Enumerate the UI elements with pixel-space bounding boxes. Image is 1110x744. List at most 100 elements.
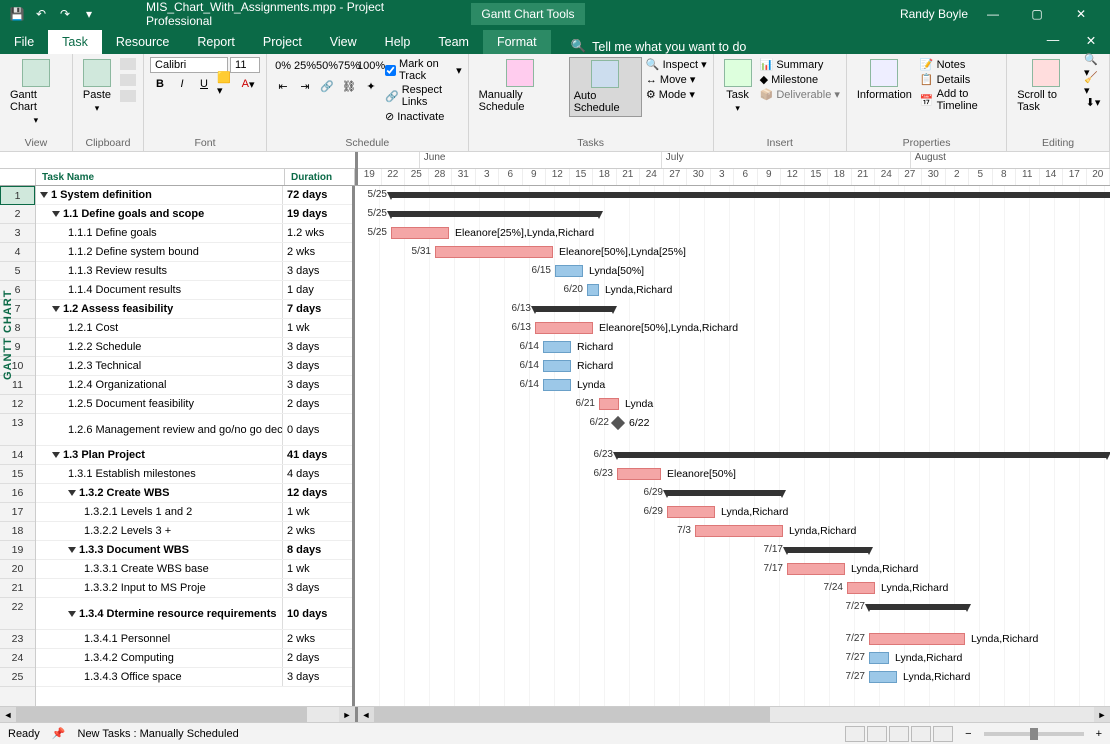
task-row[interactable]: 1.3.1 Establish milestones4 days — [36, 465, 352, 484]
task-row[interactable]: 1.2.1 Cost1 wk — [36, 319, 352, 338]
milestone-marker[interactable] — [611, 416, 625, 430]
task-duration[interactable]: 12 days — [282, 484, 352, 502]
task-bar[interactable] — [599, 398, 619, 410]
move-button[interactable]: ↔ Move ▾ — [646, 72, 707, 87]
view-switcher[interactable] — [845, 726, 953, 742]
row-number[interactable]: 14 — [0, 446, 35, 465]
task-duration[interactable]: 1 day — [282, 281, 352, 299]
italic-button[interactable]: I — [172, 75, 192, 93]
copy-icon[interactable] — [120, 74, 136, 86]
inspect-button[interactable]: 🔍 Inspect ▾ — [646, 57, 707, 72]
row-number[interactable]: 3 — [0, 224, 35, 243]
fill-icon[interactable]: ⬇▾ — [1083, 93, 1103, 111]
task-name-column[interactable]: 1 System definition72 days1.1 Define goa… — [36, 186, 355, 738]
task-row[interactable]: 1.2.4 Organizational3 days — [36, 376, 352, 395]
clear-icon[interactable]: 🧹▾ — [1083, 75, 1103, 93]
task-duration[interactable]: 19 days — [282, 205, 352, 223]
tab-help[interactable]: Help — [371, 30, 425, 54]
row-number[interactable]: 25 — [0, 668, 35, 687]
task-row[interactable]: 1.2.3 Technical3 days — [36, 357, 352, 376]
tell-me-search[interactable]: 🔍 Tell me what you want to do — [571, 39, 747, 54]
task-row[interactable]: 1.3.2.2 Levels 3 +2 wks — [36, 522, 352, 541]
manually-schedule-button[interactable]: Manually Schedule — [475, 57, 565, 115]
information-button[interactable]: Information — [853, 57, 916, 103]
task-row[interactable]: 1.2 Assess feasibility7 days — [36, 300, 352, 319]
qat-more-icon[interactable]: ▾ — [80, 5, 98, 23]
unlink-icon[interactable]: ⛓ — [339, 77, 359, 95]
task-row[interactable]: 1.3.4.2 Computing2 days — [36, 649, 352, 668]
pct-25[interactable]: 25% — [295, 57, 315, 75]
tab-file[interactable]: File — [0, 30, 48, 54]
task-duration[interactable]: 3 days — [282, 357, 352, 375]
task-duration[interactable]: 0 days — [282, 414, 352, 445]
save-icon[interactable]: 💾 — [8, 5, 26, 23]
row-number[interactable]: 17 — [0, 503, 35, 522]
task-row[interactable]: 1.3.3 Document WBS8 days — [36, 541, 352, 560]
summary-bar[interactable] — [391, 192, 1110, 198]
mode-button[interactable]: ⚙ Mode ▾ — [646, 87, 707, 102]
horizontal-scrollbar[interactable]: ◄ ► ◄ ► — [0, 706, 1110, 722]
summary-bar[interactable] — [535, 306, 613, 312]
row-number[interactable]: 4 — [0, 243, 35, 262]
task-duration[interactable]: 10 days — [282, 598, 352, 629]
ribbon-close-icon[interactable]: ✕ — [1072, 26, 1110, 54]
view-btn-4[interactable] — [911, 726, 931, 742]
task-duration[interactable]: 3 days — [282, 376, 352, 394]
bold-button[interactable]: B — [150, 75, 170, 93]
respect-links-button[interactable]: 🔗 Respect Links — [385, 83, 462, 109]
scroll-left-icon[interactable]: ◄ — [358, 707, 374, 722]
scroll-right-icon[interactable]: ► — [339, 707, 355, 722]
font-color-button[interactable]: A▾ — [238, 75, 258, 93]
row-number[interactable]: 24 — [0, 649, 35, 668]
task-row[interactable]: 1 System definition72 days — [36, 186, 352, 205]
tab-format[interactable]: Format — [483, 30, 551, 54]
task-row[interactable]: 1.1 Define goals and scope19 days — [36, 205, 352, 224]
task-duration[interactable]: 72 days — [282, 186, 352, 204]
link-icon[interactable]: 🔗 — [317, 77, 337, 95]
outline-collapse-icon[interactable] — [52, 306, 60, 312]
task-row[interactable]: 1.3.2 Create WBS12 days — [36, 484, 352, 503]
summary-bar[interactable] — [617, 452, 1107, 458]
summary-bar[interactable] — [667, 490, 782, 496]
task-bar[interactable] — [391, 227, 449, 239]
task-row[interactable]: 1.1.4 Document results1 day — [36, 281, 352, 300]
summary-button[interactable]: 📊 Summary — [760, 57, 840, 72]
view-btn-1[interactable] — [845, 726, 865, 742]
task-duration[interactable]: 1 wk — [282, 503, 352, 521]
task-bar[interactable] — [543, 360, 571, 372]
row-number[interactable]: 19 — [0, 541, 35, 560]
row-number[interactable]: 1 — [0, 186, 35, 205]
row-number[interactable]: 13 — [0, 414, 35, 446]
outdent-icon[interactable]: ⇤ — [273, 77, 293, 95]
task-duration[interactable]: 3 days — [282, 579, 352, 597]
outline-collapse-icon[interactable] — [52, 452, 60, 458]
task-bar[interactable] — [847, 582, 875, 594]
zoom-out-icon[interactable]: − — [965, 728, 971, 740]
cut-icon[interactable] — [120, 58, 136, 70]
task-row[interactable]: 1.2.6 Management review and go/no go dec… — [36, 414, 352, 446]
tab-task[interactable]: Task — [48, 30, 102, 54]
underline-button[interactable]: U — [194, 75, 214, 93]
add-timeline-button[interactable]: 📅 Add to Timeline — [920, 87, 1000, 113]
zoom-slider[interactable] — [984, 732, 1084, 736]
pct-50[interactable]: 50% — [317, 57, 337, 75]
task-row[interactable]: 1.2.5 Document feasibility2 days — [36, 395, 352, 414]
task-bar[interactable] — [535, 322, 593, 334]
task-bar[interactable] — [869, 671, 897, 683]
close-button[interactable]: ✕ — [1062, 0, 1100, 28]
task-duration[interactable]: 7 days — [282, 300, 352, 318]
task-duration[interactable]: 41 days — [282, 446, 352, 464]
outline-collapse-icon[interactable] — [52, 211, 60, 217]
summary-bar[interactable] — [391, 211, 599, 217]
task-bar[interactable] — [435, 246, 553, 258]
auto-schedule-button[interactable]: Auto Schedule — [569, 57, 642, 117]
task-duration[interactable]: 4 days — [282, 465, 352, 483]
col-task-name[interactable]: Task Name — [36, 169, 285, 185]
outline-collapse-icon[interactable] — [68, 490, 76, 496]
task-bar[interactable] — [587, 284, 599, 296]
task-duration[interactable]: 1 wk — [282, 560, 352, 578]
deliverable-button[interactable]: 📦 Deliverable ▾ — [760, 87, 840, 102]
row-number[interactable]: 22 — [0, 598, 35, 630]
tab-view[interactable]: View — [316, 30, 371, 54]
task-row[interactable]: 1.3.3.1 Create WBS base1 wk — [36, 560, 352, 579]
